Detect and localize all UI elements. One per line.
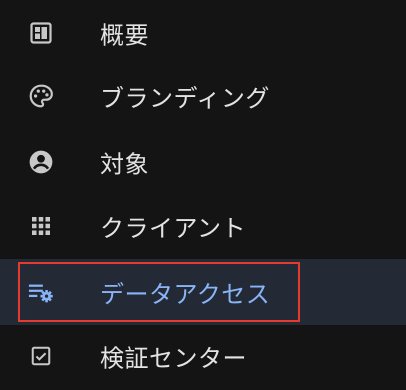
nav-item-clients[interactable]: クライアント (0, 195, 406, 257)
checkbox-icon (28, 343, 54, 369)
nav-item-label: 対象 (100, 150, 149, 179)
palette-icon (28, 83, 54, 109)
account-circle-icon (28, 149, 54, 175)
nav-item-label: ブランディング (100, 84, 270, 113)
list-settings-icon (28, 279, 54, 305)
nav-item-branding[interactable]: ブランディング (0, 65, 406, 127)
nav-item-audience[interactable]: 対象 (0, 131, 406, 193)
nav-item-overview[interactable]: 概要 (0, 2, 406, 64)
nav-item-label: クライアント (100, 214, 247, 243)
nav-item-label: 概要 (100, 21, 149, 50)
apps-grid-icon (28, 213, 54, 239)
nav-item-verification-center[interactable]: 検証センター (0, 325, 406, 387)
dashboard-icon (28, 20, 54, 46)
nav-item-label: データアクセス (100, 280, 271, 309)
nav-item-data-access[interactable]: データアクセス (0, 259, 406, 325)
nav-item-label: 検証センター (100, 344, 247, 373)
sidebar-nav: 概要 ブランディング 対象 クライアント データアクセス 検証センター (0, 0, 406, 390)
